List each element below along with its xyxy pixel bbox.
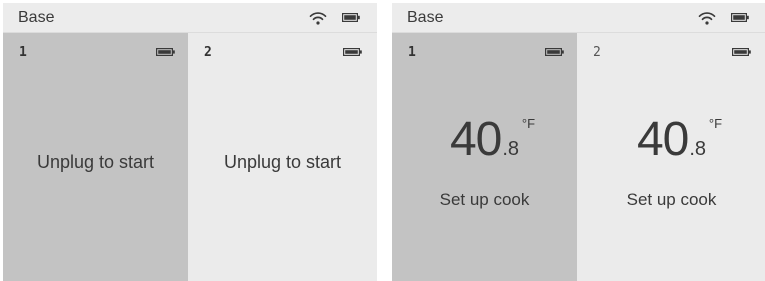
probe-number: 2 [204, 45, 212, 60]
status-title: Base [18, 9, 55, 26]
set-up-cook-label: Set up cook [626, 190, 717, 209]
battery-icon [731, 13, 749, 22]
status-bar: Base [392, 3, 765, 33]
wifi-icon [309, 12, 327, 25]
temperature-readout: 40.8 °F [577, 112, 765, 172]
wifi-icon [698, 12, 716, 25]
battery-icon [156, 48, 175, 56]
status-title: Base [407, 9, 444, 26]
probe-number: 1 [19, 45, 27, 60]
status-message: Unplug to start [223, 152, 342, 172]
probe-panel-1[interactable]: 1 Unplug to start [3, 33, 188, 281]
probe-number: 2 [593, 45, 601, 60]
temperature-decimal: .8 [689, 138, 707, 160]
battery-icon [545, 48, 564, 56]
status-bar: Base [3, 3, 377, 33]
battery-icon [732, 48, 751, 56]
battery-icon [343, 48, 362, 56]
battery-icon [342, 13, 360, 22]
temperature-unit: °F [708, 116, 723, 131]
probe-panel-2[interactable]: 2 Unplug to start [188, 33, 377, 281]
temperature-whole: 40 [449, 113, 502, 166]
temperature-readout: 40.8 °F [392, 112, 577, 172]
temperature-unit: °F [521, 116, 536, 131]
set-up-cook-label: Set up cook [439, 190, 530, 209]
status-message: Unplug to start [36, 152, 155, 172]
base-screen-temperature: Base 1 40.8 °F Set up cook 2 40.8 °F Set… [392, 3, 765, 281]
base-screen-unplug: Base 1 Unplug to start 2 Unplug to start [3, 3, 377, 281]
probe-number: 1 [408, 45, 416, 60]
probe-panel-2[interactable]: 2 40.8 °F Set up cook [577, 33, 765, 281]
probe-panel-1[interactable]: 1 40.8 °F Set up cook [392, 33, 577, 281]
temperature-decimal: .8 [502, 138, 520, 160]
temperature-whole: 40 [636, 113, 689, 166]
